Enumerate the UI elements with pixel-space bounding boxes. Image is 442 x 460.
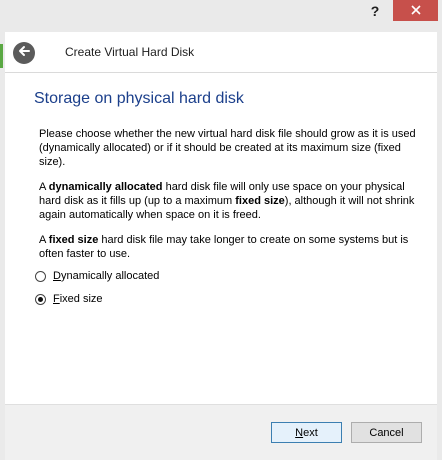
right-border [437,24,442,460]
help-button[interactable]: ? [362,1,388,21]
fixed-description-paragraph: A fixed size hard disk file may take lon… [39,233,419,261]
cancel-label: Cancel [369,426,404,439]
back-button[interactable] [13,42,35,64]
para2-prefix: A [39,181,49,193]
accelerator-key: D [53,270,61,282]
next-label: Next [295,427,318,439]
content-panel: Storage on physical hard disk Please cho… [5,72,437,404]
wizard-header: Create Virtual Hard Disk [5,32,437,72]
radio-label-rest: ynamically allocated [60,270,160,282]
next-button[interactable]: Next [271,422,342,443]
para3-prefix: A [39,234,49,246]
radio-fixed-size[interactable]: Fixed size [35,293,103,305]
radio-label-fixed: Fixed size [53,293,103,305]
radio-dynamically-allocated[interactable]: Dynamically allocated [35,270,159,282]
para2-bold-term: dynamically allocated [48,181,163,193]
back-arrow-icon [17,44,31,63]
radio-label-dynamic: Dynamically allocated [53,270,159,282]
close-icon [410,2,421,20]
para2-bold-term-2: fixed size [235,195,285,207]
radio-selected-dot [38,296,43,302]
wizard-title: Create Virtual Hard Disk [65,45,195,59]
help-label: ? [370,3,380,19]
cancel-button[interactable]: Cancel [351,422,422,443]
dialog-window: ? Create Virtual Hard Disk Storage on ph… [0,0,442,460]
accelerator-key: F [53,293,60,305]
next-label-rest: ext [303,426,318,439]
description-paragraph: Please choose whether the new virtual ha… [39,128,416,168]
button-bar: Next Cancel [5,404,437,460]
accent-marker [0,44,3,68]
close-button[interactable] [393,0,438,21]
accelerator-key: N [295,426,304,439]
para3-bold-term: fixed size [48,234,99,246]
radio-label-rest: ixed size [59,293,103,305]
radio-button-unchecked[interactable] [35,270,46,282]
dynamic-description-paragraph: A dynamically allocated hard disk file w… [39,180,419,222]
section-title: Storage on physical hard disk [34,90,244,107]
radio-button-checked[interactable] [35,293,46,305]
title-bar: ? [0,0,442,24]
